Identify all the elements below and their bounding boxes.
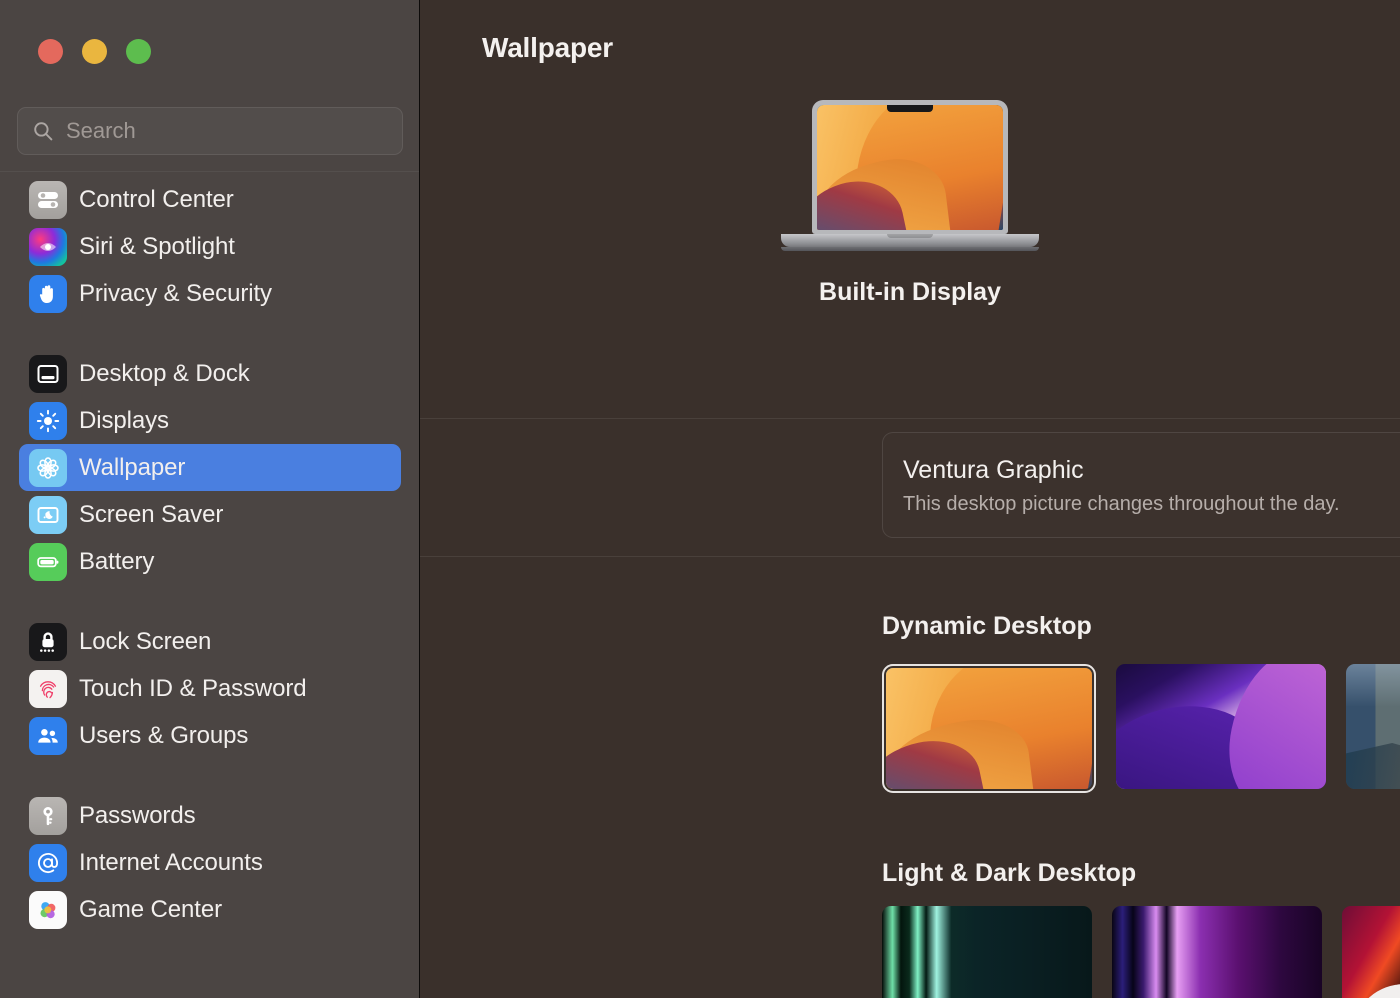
wallpaper-thumbnail[interactable] bbox=[1116, 664, 1326, 789]
selected-wallpaper-panel: Ventura Graphic This desktop picture cha… bbox=[882, 432, 1400, 538]
sidebar-group-separator bbox=[0, 585, 420, 618]
game-center-icon bbox=[29, 891, 67, 929]
section-title: Light & Dark Desktop bbox=[882, 859, 1136, 888]
wallpaper-thumbnail[interactable] bbox=[1112, 906, 1322, 998]
sidebar-item-label: Touch ID & Password bbox=[79, 675, 307, 703]
laptop-foot bbox=[781, 247, 1039, 251]
flower-icon bbox=[29, 449, 67, 487]
sidebar-item-label: Control Center bbox=[79, 186, 234, 214]
system-settings-window: Control Center Siri & Spotlight Privacy & … bbox=[0, 0, 1400, 998]
wallpaper-thumbnail[interactable] bbox=[1342, 906, 1400, 998]
sidebar-nav-list: Control Center Siri & Spotlight Privacy & … bbox=[0, 172, 420, 933]
section-header-dynamic-desktop: Dynamic Desktop Show All (9) bbox=[882, 612, 1400, 641]
sidebar-group: Lock Screen Touch ID & Password Users & Gr… bbox=[0, 618, 420, 759]
thumb-art-ventura bbox=[886, 668, 1092, 789]
sidebar-group-separator bbox=[0, 317, 420, 350]
notch bbox=[887, 105, 933, 112]
zoom-button[interactable] bbox=[126, 39, 151, 64]
sidebar-item-label: Desktop & Dock bbox=[79, 360, 250, 388]
sidebar-item-label: Internet Accounts bbox=[79, 849, 263, 877]
sidebar-item-label: Siri & Spotlight bbox=[79, 233, 235, 261]
display-label: Built-in Display bbox=[819, 278, 1001, 307]
sidebar-item-touch-id-password[interactable]: Touch ID & Password bbox=[19, 665, 401, 712]
at-sign-icon bbox=[29, 844, 67, 882]
people-icon bbox=[29, 717, 67, 755]
sidebar-item-users-groups[interactable]: Users & Groups bbox=[19, 712, 401, 759]
laptop-base bbox=[781, 234, 1039, 247]
sidebar-item-privacy-security[interactable]: Privacy & Security bbox=[19, 270, 401, 317]
display-preview-block: Built-in Display bbox=[420, 100, 1400, 307]
sidebar-group: Desktop & Dock Displays Wallpaper Screen Sa… bbox=[0, 350, 420, 585]
sidebar-item-screen-saver[interactable]: Screen Saver bbox=[19, 491, 401, 538]
desktop-dock-icon bbox=[29, 355, 67, 393]
sidebar-item-game-center[interactable]: Game Center bbox=[19, 886, 401, 933]
sidebar-item-label: Users & Groups bbox=[79, 722, 248, 750]
search-input[interactable] bbox=[66, 118, 388, 144]
wallpaper-thumbnail[interactable] bbox=[882, 906, 1092, 998]
selected-wallpaper-subtitle: This desktop picture changes throughout … bbox=[903, 493, 1340, 516]
laptop-lid bbox=[812, 100, 1008, 234]
sidebar-item-displays[interactable]: Displays bbox=[19, 397, 401, 444]
siri-icon bbox=[29, 228, 67, 266]
search-icon bbox=[32, 120, 54, 142]
sidebar: Control Center Siri & Spotlight Privacy & … bbox=[0, 0, 420, 998]
sidebar-item-desktop-dock[interactable]: Desktop & Dock bbox=[19, 350, 401, 397]
screensaver-icon bbox=[29, 496, 67, 534]
divider-top bbox=[420, 418, 1400, 419]
key-icon bbox=[29, 797, 67, 835]
sidebar-item-label: Screen Saver bbox=[79, 501, 223, 529]
sidebar-item-battery[interactable]: Battery bbox=[19, 538, 401, 585]
sidebar-item-lock-screen[interactable]: Lock Screen bbox=[19, 618, 401, 665]
sidebar-item-label: Passwords bbox=[79, 802, 195, 830]
sidebar-item-wallpaper[interactable]: Wallpaper bbox=[19, 444, 401, 491]
brightness-icon bbox=[29, 402, 67, 440]
sidebar-item-control-center[interactable]: Control Center bbox=[19, 176, 401, 223]
sidebar-group: Passwords Internet Accounts Game Center bbox=[0, 792, 420, 933]
sidebar-item-internet-accounts[interactable]: Internet Accounts bbox=[19, 839, 401, 886]
divider-bottom bbox=[420, 556, 1400, 557]
sidebar-group-separator bbox=[0, 759, 420, 792]
main-content: Wallpaper Built-in Display Ventura bbox=[420, 0, 1400, 998]
close-button[interactable] bbox=[38, 39, 63, 64]
thumbnail-row-dynamic-desktop bbox=[882, 664, 1400, 793]
section-header-light-dark-desktop: Light & Dark Desktop Show All (21) bbox=[882, 859, 1400, 888]
sidebar-item-label: Battery bbox=[79, 548, 154, 576]
sidebar-item-siri-spotlight[interactable]: Siri & Spotlight bbox=[19, 223, 401, 270]
window-traffic-lights bbox=[38, 39, 151, 64]
selected-wallpaper-title: Ventura Graphic bbox=[903, 456, 1084, 485]
sidebar-item-label: Wallpaper bbox=[79, 454, 185, 482]
fingerprint-icon bbox=[29, 670, 67, 708]
hand-raised-icon bbox=[29, 275, 67, 313]
sliders-icon bbox=[29, 181, 67, 219]
laptop-screen bbox=[817, 105, 1003, 230]
thumbnail-row-light-dark-desktop bbox=[882, 906, 1400, 998]
wallpaper-thumbnail-selected[interactable] bbox=[882, 664, 1096, 793]
battery-icon bbox=[29, 543, 67, 581]
sidebar-item-label: Privacy & Security bbox=[79, 280, 272, 308]
sidebar-item-passwords[interactable]: Passwords bbox=[19, 792, 401, 839]
sidebar-item-label: Lock Screen bbox=[79, 628, 211, 656]
laptop-illustration[interactable] bbox=[781, 100, 1039, 251]
wallpaper-thumbnail[interactable] bbox=[1346, 664, 1400, 789]
sidebar-item-label: Displays bbox=[79, 407, 169, 435]
sidebar-group: Control Center Siri & Spotlight Privacy & … bbox=[0, 176, 420, 317]
lock-icon bbox=[29, 623, 67, 661]
section-title: Dynamic Desktop bbox=[882, 612, 1092, 641]
minimize-button[interactable] bbox=[82, 39, 107, 64]
page-title: Wallpaper bbox=[482, 32, 613, 64]
search-field[interactable] bbox=[17, 107, 403, 155]
wallpaper-preview-ventura bbox=[817, 105, 1003, 230]
sidebar-item-label: Game Center bbox=[79, 896, 222, 924]
